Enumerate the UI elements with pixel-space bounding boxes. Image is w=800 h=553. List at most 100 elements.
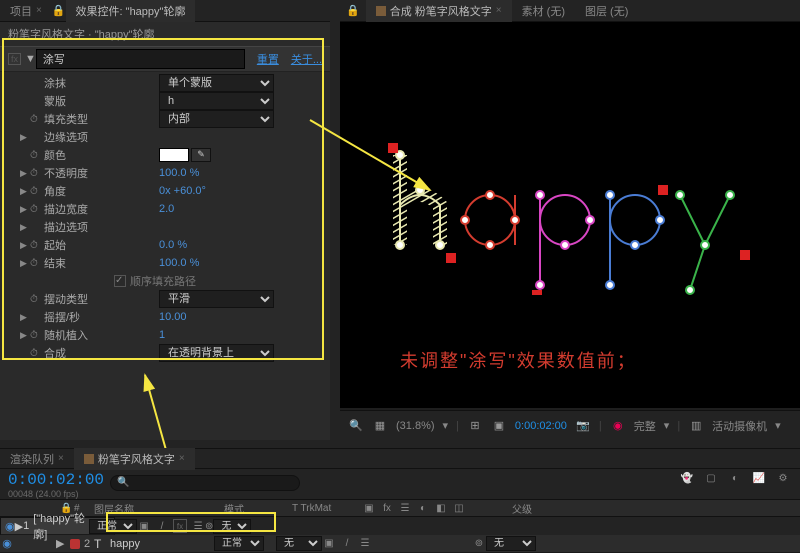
parent-select[interactable]: 无: [486, 536, 536, 551]
3d-col-icon: ◫: [452, 501, 466, 515]
reset-link[interactable]: 重置: [257, 51, 279, 67]
blend-mode-select[interactable]: 正常: [89, 519, 137, 534]
randseed-value[interactable]: 1: [159, 329, 165, 341]
eyedropper-icon[interactable]: ✎: [191, 148, 211, 162]
channel-icon[interactable]: ▣: [491, 418, 507, 434]
mb-col-icon: ◐: [416, 501, 430, 515]
prop-stroke-width: ▶⏱描边宽度2.0: [0, 200, 330, 218]
close-icon[interactable]: ×: [36, 5, 42, 16]
about-link[interactable]: 关于...: [291, 51, 322, 67]
brain-icon[interactable]: ⚙: [776, 471, 790, 485]
chevron-right-icon[interactable]: ▶: [20, 204, 30, 215]
stopwatch-icon[interactable]: ⏱: [30, 114, 41, 125]
tab-effect-controls[interactable]: 效果控件: "happy"轮廓: [66, 0, 196, 22]
tab-project[interactable]: 项目×: [0, 0, 52, 22]
lock-icon[interactable]: 🔒: [340, 4, 366, 17]
motion-blur-icon[interactable]: ◐: [728, 471, 742, 485]
effect-properties: 涂抹单个蒙版 蒙版h ⏱填充类型内部 ▶边缘选项 ⏱颜色✎ ▶⏱不透明度100.…: [0, 72, 330, 364]
prop-color: ⏱颜色✎: [0, 146, 330, 164]
chevron-right-icon[interactable]: ▶: [20, 186, 30, 197]
resolution-icon[interactable]: ⊞: [467, 418, 483, 434]
effect-name[interactable]: 涂写: [36, 49, 245, 69]
prop-random-seed: ▶⏱随机植入1: [0, 326, 330, 344]
col-layer-name[interactable]: 图层名称: [94, 501, 224, 516]
stopwatch-icon[interactable]: ⏱: [30, 348, 41, 359]
strokew-value[interactable]: 2.0: [159, 203, 174, 215]
timeline-row[interactable]: ◉ ▶ 1 ["happy"轮廓] 正常 ▣/ fx ☰ ⊚ 无: [0, 517, 115, 535]
tab-composition[interactable]: 合成 粉笔字风格文字×: [366, 0, 512, 22]
tab-render-queue[interactable]: 渲染队列×: [0, 448, 74, 470]
stopwatch-icon[interactable]: ⏱: [30, 258, 41, 269]
stopwatch-icon[interactable]: ⏱: [30, 150, 41, 161]
col-parent[interactable]: 父级: [512, 501, 572, 516]
tab-layer[interactable]: 图层 (无): [575, 0, 638, 22]
timeline-search[interactable]: 🔍: [110, 475, 300, 491]
blend-mode-select[interactable]: 正常: [214, 536, 264, 551]
annotation-text: 未调整"涂写"效果数值前；: [400, 347, 637, 373]
chevron-right-icon[interactable]: ▶: [20, 222, 30, 233]
grid-icon[interactable]: ▦: [372, 418, 388, 434]
opacity-value[interactable]: 100.0 %: [159, 167, 199, 179]
shy-icon[interactable]: 👻: [680, 471, 694, 485]
lock-icon[interactable]: 🔒: [52, 4, 66, 17]
close-icon[interactable]: ×: [496, 5, 502, 16]
trkmat-select[interactable]: 无: [276, 536, 322, 551]
tab-footage[interactable]: 素材 (无): [512, 0, 575, 22]
layer-name[interactable]: happy: [106, 538, 214, 550]
solo-icon: ▣: [362, 501, 376, 515]
col-mode[interactable]: 模式: [224, 501, 292, 516]
chevron-right-icon[interactable]: ▶: [20, 168, 30, 179]
parent-select[interactable]: 无: [213, 519, 251, 534]
stopwatch-icon[interactable]: ⏱: [30, 168, 41, 179]
chevron-right-icon[interactable]: ▶: [20, 312, 30, 323]
chevron-right-icon[interactable]: ▶: [20, 258, 30, 269]
snapshot-icon[interactable]: 📷: [575, 418, 591, 434]
stopwatch-icon[interactable]: ⏱: [30, 330, 41, 341]
stopwatch-icon[interactable]: ⏱: [30, 204, 41, 215]
composition-viewer[interactable]: 未调整"涂写"效果数值前；: [340, 22, 800, 408]
stopwatch-icon[interactable]: ⏱: [30, 294, 41, 305]
chevron-right-icon[interactable]: ▶: [20, 330, 30, 341]
pickwhip-icon[interactable]: ⊚: [205, 519, 213, 533]
prop-stroke-options[interactable]: ▶描边选项: [0, 218, 330, 236]
quality-select[interactable]: 完整: [634, 418, 656, 434]
magnify-icon[interactable]: 🔍: [348, 418, 364, 434]
frame-blend-icon[interactable]: ▢: [704, 471, 718, 485]
visibility-toggle[interactable]: ◉: [5, 520, 15, 533]
fx-icon: fx: [380, 501, 394, 515]
color-swatch[interactable]: [159, 148, 189, 162]
smear-select[interactable]: 单个蒙版: [159, 74, 274, 92]
timeline-toolbar: 👻 ▢ ◐ 📈 ⚙: [680, 471, 790, 485]
end-value[interactable]: 100.0 %: [159, 257, 199, 269]
graph-icon[interactable]: 📈: [752, 471, 766, 485]
viewer-time[interactable]: 0:00:02:00: [515, 420, 567, 432]
timeline-row[interactable]: ◉ ▶ 2 T happy 正常 无 ▣/ ☰ ⊚ 无: [0, 535, 800, 553]
chevron-down-icon[interactable]: ▼: [25, 53, 36, 65]
zoom-value[interactable]: (31.8%): [396, 420, 435, 432]
stopwatch-icon[interactable]: ⏱: [30, 240, 41, 251]
tab-timeline-comp[interactable]: 粉笔字风格文字×: [74, 448, 195, 470]
seqfill-checkbox[interactable]: [114, 275, 126, 287]
close-icon[interactable]: ×: [179, 453, 185, 464]
prop-edge-options[interactable]: ▶边缘选项: [0, 128, 330, 146]
label-color[interactable]: [70, 539, 80, 549]
rgb-icon[interactable]: ◉: [610, 418, 626, 434]
prop-seq-fill: 顺序填充路径: [0, 272, 330, 290]
wiggleps-value[interactable]: 10.00: [159, 311, 187, 323]
stopwatch-icon[interactable]: ⏱: [30, 186, 41, 197]
composite-select[interactable]: 在透明背景上: [159, 344, 274, 362]
angle-value[interactable]: 0x +60.0°: [159, 185, 206, 197]
wiggletype-select[interactable]: 平滑: [159, 290, 274, 308]
chevron-right-icon[interactable]: ▶: [20, 240, 30, 251]
prop-wiggle-ps: ▶摇摆/秒10.00: [0, 308, 330, 326]
pickwhip-icon[interactable]: ⊚: [472, 537, 486, 551]
start-value[interactable]: 0.0 %: [159, 239, 187, 251]
view-icon[interactable]: ▥: [688, 418, 704, 434]
camera-select[interactable]: 活动摄像机: [712, 418, 767, 434]
chevron-right-icon[interactable]: ▶: [20, 132, 30, 143]
mask-select[interactable]: h: [159, 92, 274, 110]
col-trkmat[interactable]: T TrkMat: [292, 503, 362, 514]
visibility-toggle[interactable]: ◉: [0, 537, 14, 550]
text-layer-icon: T: [94, 537, 106, 551]
filltype-select[interactable]: 内部: [159, 110, 274, 128]
